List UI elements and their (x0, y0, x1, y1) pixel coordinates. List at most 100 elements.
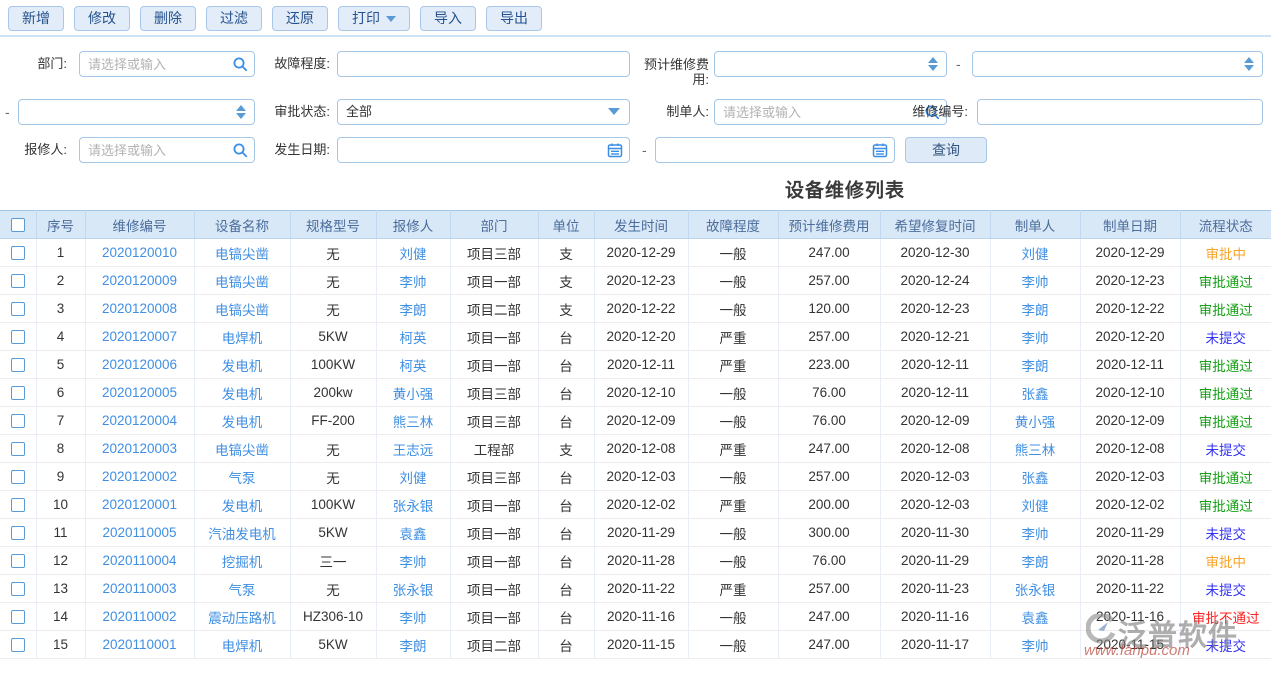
add-button[interactable]: 新增 (8, 6, 64, 31)
cell-repair-no[interactable]: 2020120005 (85, 379, 194, 407)
cell-creator[interactable]: 刘健 (990, 239, 1080, 267)
occur-date-from-input[interactable] (337, 137, 630, 163)
calendar-icon[interactable] (872, 142, 888, 158)
cell-equipment[interactable]: 发电机 (194, 379, 290, 407)
print-button[interactable]: 打印 (338, 6, 410, 31)
number-stepper-icon[interactable] (928, 55, 938, 73)
cell-repair-no[interactable]: 2020120003 (85, 435, 194, 463)
cell-repair-no[interactable]: 2020120007 (85, 323, 194, 351)
fault-degree-input[interactable] (337, 51, 630, 77)
edit-button[interactable]: 修改 (74, 6, 130, 31)
cell-repair-no[interactable]: 2020110004 (85, 547, 194, 575)
cell-equipment[interactable]: 气泵 (194, 575, 290, 603)
cell-creator[interactable]: 袁鑫 (990, 603, 1080, 631)
row-checkbox[interactable] (11, 386, 25, 400)
cell-equipment[interactable]: 电焊机 (194, 323, 290, 351)
row-checkbox[interactable] (11, 442, 25, 456)
cell-equipment[interactable]: 电镐尖凿 (194, 267, 290, 295)
search-icon[interactable] (232, 56, 248, 72)
row-checkbox[interactable] (11, 610, 25, 624)
cell-repair-no[interactable]: 2020110002 (85, 603, 194, 631)
cell-reporter[interactable]: 刘健 (376, 463, 450, 491)
cell-equipment[interactable]: 发电机 (194, 351, 290, 379)
cell-reporter[interactable]: 张永银 (376, 575, 450, 603)
extra-range-input[interactable] (18, 99, 255, 125)
filter-button[interactable]: 过滤 (206, 6, 262, 31)
cell-creator[interactable]: 张鑫 (990, 463, 1080, 491)
cell-creator[interactable]: 李帅 (990, 519, 1080, 547)
number-stepper-icon[interactable] (236, 103, 246, 121)
row-checkbox[interactable] (11, 526, 25, 540)
cell-equipment[interactable]: 汽油发电机 (194, 519, 290, 547)
row-checkbox[interactable] (11, 358, 25, 372)
cell-equipment[interactable]: 挖掘机 (194, 547, 290, 575)
cell-equipment[interactable]: 震动压路机 (194, 603, 290, 631)
approval-status-select[interactable]: 全部 (337, 99, 630, 125)
cell-equipment[interactable]: 电镐尖凿 (194, 435, 290, 463)
occur-date-to-input[interactable] (655, 137, 895, 163)
row-checkbox[interactable] (11, 330, 25, 344)
row-checkbox[interactable] (11, 554, 25, 568)
cell-reporter[interactable]: 柯英 (376, 323, 450, 351)
cell-repair-no[interactable]: 2020120006 (85, 351, 194, 379)
cell-repair-no[interactable]: 2020120001 (85, 491, 194, 519)
cell-reporter[interactable]: 李帅 (376, 547, 450, 575)
select-all-checkbox[interactable] (11, 218, 25, 232)
row-checkbox[interactable] (11, 274, 25, 288)
cell-reporter[interactable]: 柯英 (376, 351, 450, 379)
cell-repair-no[interactable]: 2020110005 (85, 519, 194, 547)
cell-equipment[interactable]: 气泵 (194, 463, 290, 491)
cell-equipment[interactable]: 发电机 (194, 491, 290, 519)
cell-creator[interactable]: 张鑫 (990, 379, 1080, 407)
cell-reporter[interactable]: 李朗 (376, 631, 450, 659)
row-checkbox[interactable] (11, 498, 25, 512)
cell-reporter[interactable]: 刘健 (376, 239, 450, 267)
cell-creator[interactable]: 李朗 (990, 547, 1080, 575)
reporter-input[interactable] (79, 137, 255, 163)
cell-creator[interactable]: 张永银 (990, 575, 1080, 603)
cell-reporter[interactable]: 李帅 (376, 603, 450, 631)
cell-repair-no[interactable]: 2020120002 (85, 463, 194, 491)
cell-creator[interactable]: 李朗 (990, 295, 1080, 323)
cell-equipment[interactable]: 电镐尖凿 (194, 295, 290, 323)
cell-reporter[interactable]: 黄小强 (376, 379, 450, 407)
cell-reporter[interactable]: 袁鑫 (376, 519, 450, 547)
cell-reporter[interactable]: 熊三林 (376, 407, 450, 435)
search-icon[interactable] (232, 142, 248, 158)
cell-repair-no[interactable]: 2020120008 (85, 295, 194, 323)
est-cost-from-input[interactable] (714, 51, 947, 77)
cell-creator[interactable]: 李帅 (990, 267, 1080, 295)
cell-reporter[interactable]: 李朗 (376, 295, 450, 323)
repair-no-input[interactable] (977, 99, 1263, 125)
cell-repair-no[interactable]: 2020120009 (85, 267, 194, 295)
cell-equipment[interactable]: 电焊机 (194, 631, 290, 659)
cell-repair-no[interactable]: 2020110003 (85, 575, 194, 603)
chevron-down-icon[interactable] (608, 108, 620, 115)
import-button[interactable]: 导入 (420, 6, 476, 31)
est-cost-to-input[interactable] (972, 51, 1263, 77)
cell-creator[interactable]: 刘健 (990, 491, 1080, 519)
row-checkbox[interactable] (11, 414, 25, 428)
cell-creator[interactable]: 李帅 (990, 323, 1080, 351)
cell-repair-no[interactable]: 2020120004 (85, 407, 194, 435)
row-checkbox[interactable] (11, 470, 25, 484)
row-checkbox[interactable] (11, 246, 25, 260)
query-button[interactable]: 查询 (905, 137, 987, 163)
number-stepper-icon[interactable] (1244, 55, 1254, 73)
cell-creator[interactable]: 熊三林 (990, 435, 1080, 463)
cell-creator[interactable]: 李帅 (990, 631, 1080, 659)
cell-equipment[interactable]: 发电机 (194, 407, 290, 435)
cell-reporter[interactable]: 王志远 (376, 435, 450, 463)
cell-repair-no[interactable]: 2020120010 (85, 239, 194, 267)
row-checkbox[interactable] (11, 582, 25, 596)
delete-button[interactable]: 删除 (140, 6, 196, 31)
export-button[interactable]: 导出 (486, 6, 542, 31)
cell-creator[interactable]: 李朗 (990, 351, 1080, 379)
cell-repair-no[interactable]: 2020110001 (85, 631, 194, 659)
restore-button[interactable]: 还原 (272, 6, 328, 31)
cell-reporter[interactable]: 张永银 (376, 491, 450, 519)
department-input[interactable] (79, 51, 255, 77)
cell-reporter[interactable]: 李帅 (376, 267, 450, 295)
row-checkbox[interactable] (11, 302, 25, 316)
cell-creator[interactable]: 黄小强 (990, 407, 1080, 435)
